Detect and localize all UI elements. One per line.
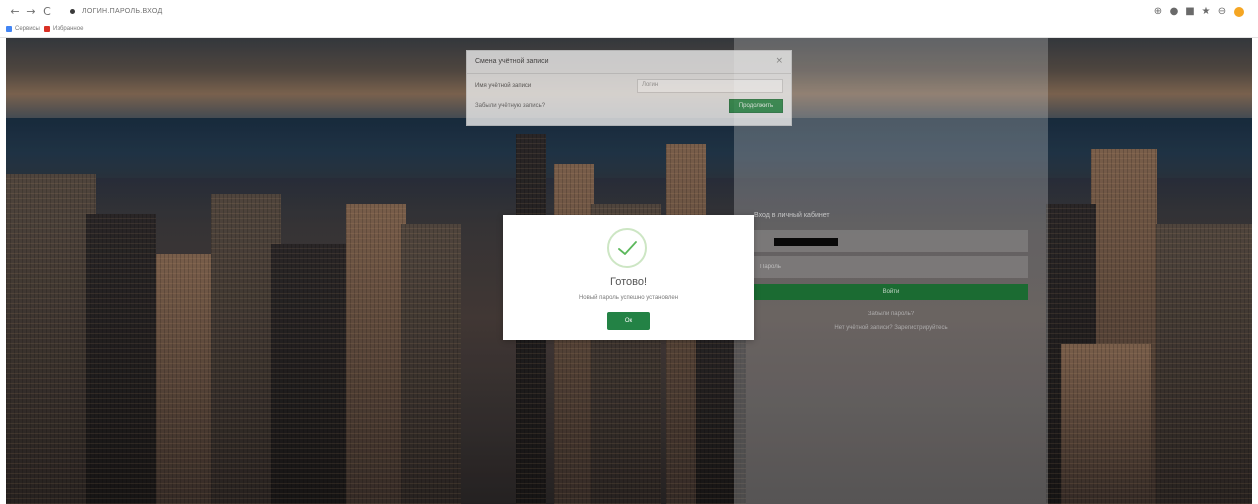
star-icon[interactable]: ★	[1200, 6, 1212, 18]
extension-icon[interactable]: ■	[1184, 6, 1196, 18]
account-icon[interactable]: ⊖	[1216, 6, 1228, 18]
address-bar[interactable]	[62, 5, 1102, 20]
reload-button[interactable]: C	[40, 5, 54, 19]
url-text[interactable]: ЛОГИН.ПАРОЛЬ.ВХОД	[82, 6, 163, 18]
continue-button[interactable]: Продолжить	[729, 99, 783, 113]
forward-button[interactable]: →	[24, 5, 38, 19]
account-name-input[interactable]: Логин	[637, 79, 783, 93]
dialog-field-label: Имя учётной записи	[475, 83, 532, 89]
bookmark-services[interactable]: Сервисы	[15, 24, 40, 34]
ok-button[interactable]: Ок	[607, 312, 650, 330]
continue-button-label: Продолжить	[738, 103, 774, 109]
lock-icon[interactable]	[70, 9, 75, 14]
success-modal: Готово! Новый пароль успешно установлен …	[503, 215, 754, 340]
close-icon[interactable]: ×	[775, 56, 783, 66]
browser-toolbar: ← → C ЛОГИН.ПАРОЛЬ.ВХОД ⊕ ● ■ ★ ⊖	[0, 2, 1258, 22]
forgot-account-link[interactable]: Забыли учётную запись?	[475, 103, 545, 109]
translate-icon[interactable]: ⊕	[1152, 6, 1164, 18]
profile-icon[interactable]	[1234, 7, 1244, 17]
modal-title: Готово!	[609, 276, 648, 288]
check-icon	[607, 228, 647, 268]
dialog-title: Смена учётной записи	[475, 58, 549, 65]
bookmark-icon[interactable]	[44, 26, 50, 32]
modal-message: Новый пароль успешно установлен	[578, 295, 679, 301]
bookmark-favorites[interactable]: Избранное	[53, 24, 83, 34]
account-change-dialog: Смена учётной записи × Имя учётной запис…	[466, 50, 792, 126]
bookmarks-bar: Сервисы Избранное	[0, 22, 1258, 36]
dialog-divider	[467, 73, 791, 74]
account-name-placeholder: Логин	[642, 82, 659, 88]
browser-chrome: ← → C ЛОГИН.ПАРОЛЬ.ВХОД ⊕ ● ■ ★ ⊖ Сервис…	[0, 0, 1258, 38]
zoom-icon[interactable]: ●	[1168, 6, 1180, 18]
apps-icon[interactable]	[6, 26, 12, 32]
back-button[interactable]: ←	[8, 5, 22, 19]
